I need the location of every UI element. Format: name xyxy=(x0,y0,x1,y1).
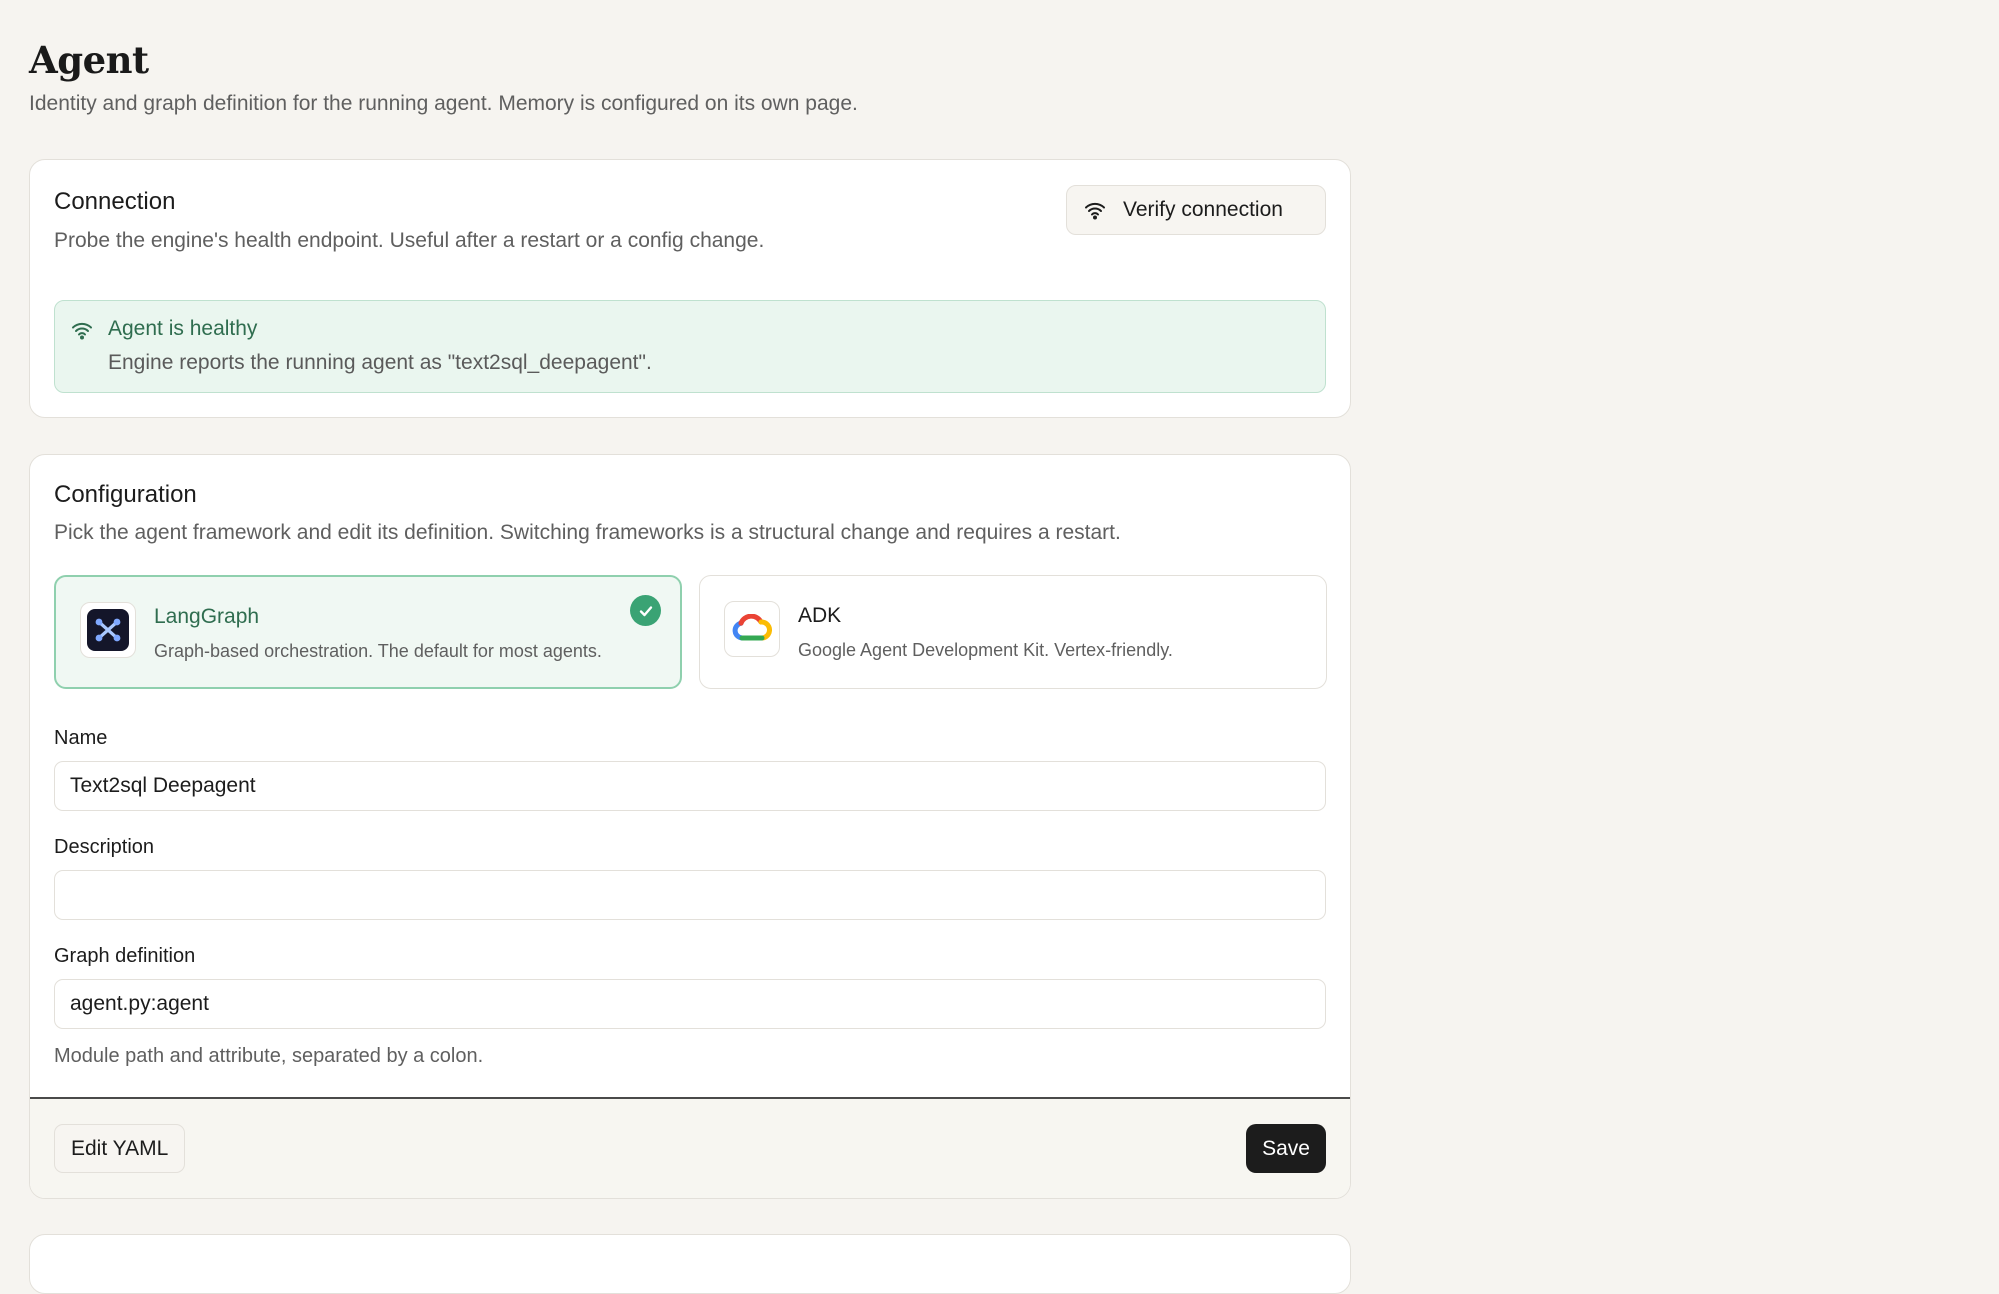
save-button[interactable]: Save xyxy=(1246,1124,1326,1173)
description-field[interactable] xyxy=(54,870,1326,920)
framework-description: Google Agent Development Kit. Vertex-fri… xyxy=(798,640,1173,660)
configuration-description: Pick the agent framework and edit its de… xyxy=(54,521,1121,544)
health-status-text: Engine reports the running agent as "tex… xyxy=(108,351,652,374)
edit-yaml-button[interactable]: Edit YAML xyxy=(54,1124,186,1173)
page-title: Agent xyxy=(29,38,149,82)
page-subtitle: Identity and graph definition for the ru… xyxy=(29,92,858,115)
connection-title: Connection xyxy=(54,188,176,215)
framework-name: ADK xyxy=(798,604,842,627)
framework-name: LangGraph xyxy=(154,605,260,628)
connection-card: Connection Probe the engine's health end… xyxy=(29,159,1351,418)
graph-definition-hint: Module path and attribute, separated by … xyxy=(54,1045,484,1067)
framework-description: Graph-based orchestration. The default f… xyxy=(154,641,602,661)
description-field-label: Description xyxy=(54,836,155,858)
configuration-footer: Edit YAML Save xyxy=(30,1097,1350,1198)
graph-definition-field[interactable] xyxy=(54,979,1326,1029)
graph-definition-field-label: Graph definition xyxy=(54,945,196,967)
connection-description: Probe the engine's health endpoint. Usef… xyxy=(54,229,765,252)
next-card xyxy=(29,1234,1351,1294)
google-cloud-logo-icon xyxy=(724,601,780,657)
name-field-label: Name xyxy=(54,727,108,749)
framework-option-adk[interactable]: ADK Google Agent Development Kit. Vertex… xyxy=(699,575,1327,689)
health-status-banner: Agent is healthy Engine reports the runn… xyxy=(54,300,1326,393)
name-field[interactable] xyxy=(54,761,1326,811)
verify-connection-label: Verify connection xyxy=(1123,198,1283,221)
check-icon xyxy=(630,595,661,626)
verify-connection-button[interactable]: Verify connection xyxy=(1066,185,1326,235)
health-status-title: Agent is healthy xyxy=(108,317,258,340)
wifi-icon xyxy=(1085,202,1105,220)
configuration-title: Configuration xyxy=(54,481,197,508)
wifi-icon xyxy=(72,322,92,340)
configuration-card: Configuration Pick the agent framework a… xyxy=(29,454,1351,1199)
framework-option-langgraph[interactable]: LangGraph Graph-based orchestration. The… xyxy=(54,575,682,689)
langgraph-logo-icon xyxy=(80,602,136,658)
